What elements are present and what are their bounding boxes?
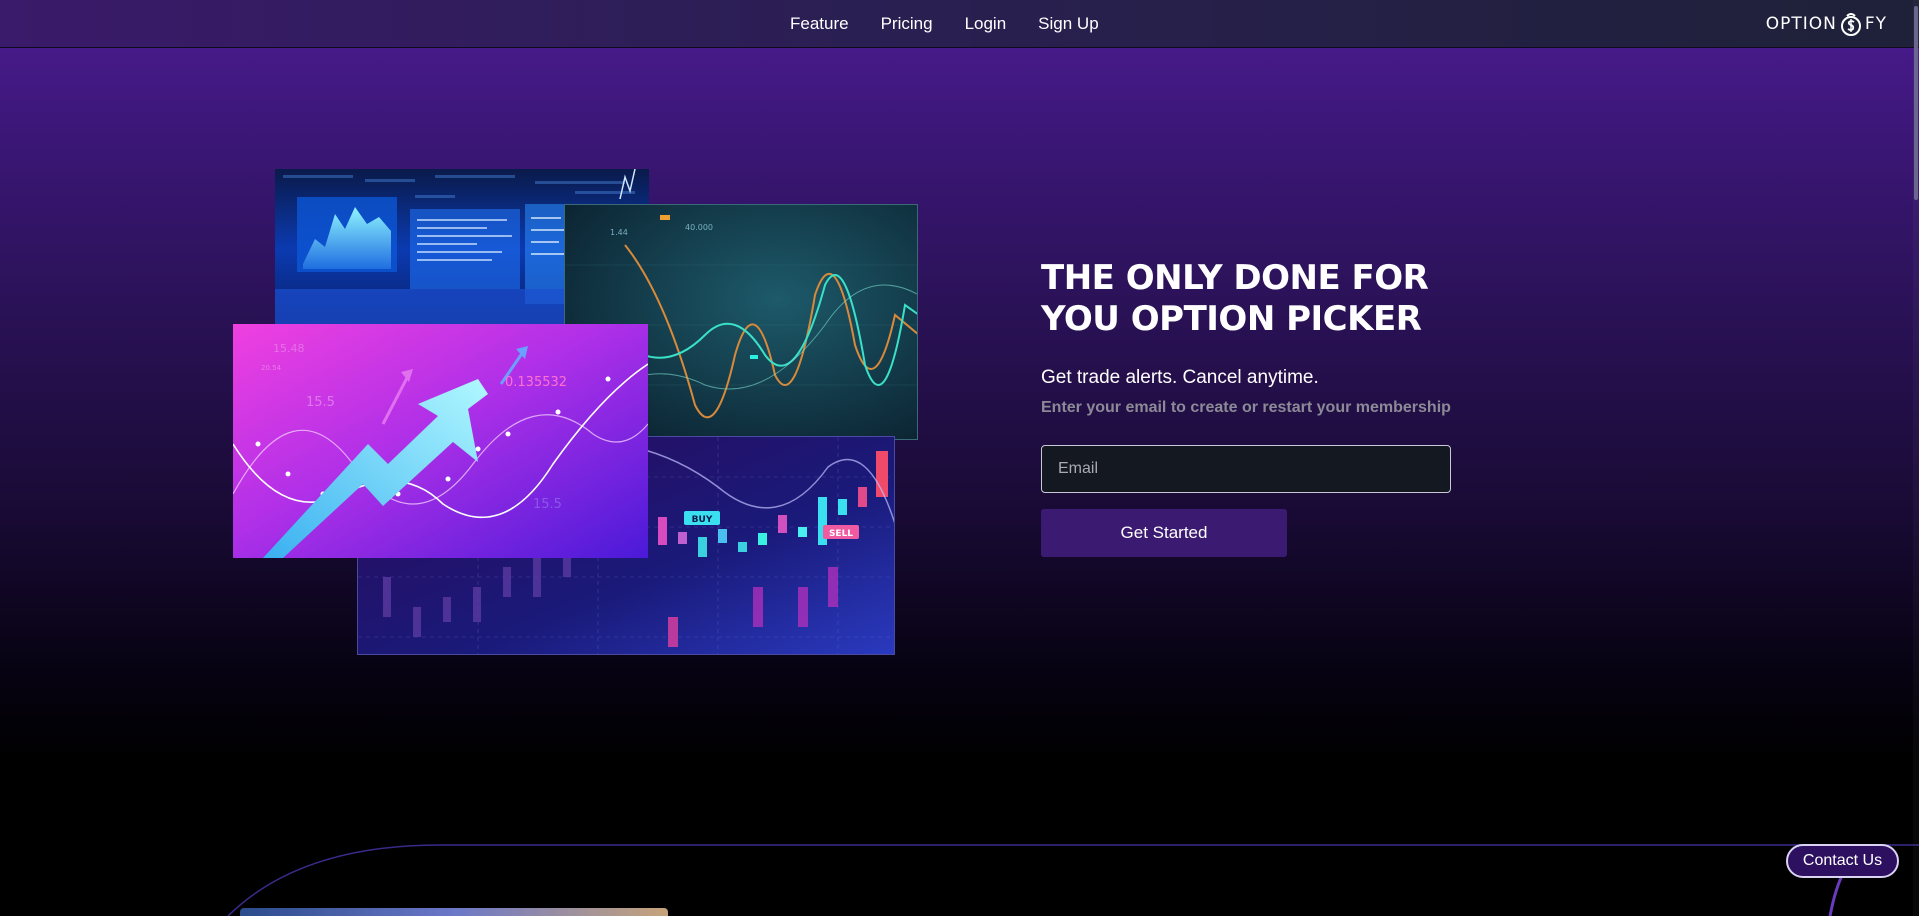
buy-label: BUY (692, 515, 713, 525)
sell-label: SELL (829, 529, 853, 539)
contact-us-button[interactable]: Contact Us (1786, 844, 1899, 878)
teal-chart-label-b: 40.000 (685, 223, 713, 232)
hero-title: THE ONLY DONE FOR YOU OPTION PICKER (1041, 258, 1501, 340)
hero-title-line1: THE ONLY DONE FOR (1041, 258, 1429, 298)
email-input[interactable] (1041, 445, 1451, 493)
page-scrollbar[interactable] (1913, 0, 1919, 916)
hero-email-hint: Enter your email to create or restart yo… (1041, 399, 1451, 416)
chart-value-c: 15.5 (533, 497, 562, 512)
growth-arrow-chart-image: 0.135532 15.5 15.48 15.5 20.54 (233, 324, 648, 558)
chart-value-b: 15.48 (273, 342, 305, 355)
feature-preview-image (240, 908, 668, 916)
chart-value-a: 15.5 (306, 395, 335, 410)
page-background: Feature Pricing Login Sign Up OPTION FY (0, 0, 1919, 916)
teal-chart-label-a: 1.44 (610, 228, 628, 237)
hero-image-collage: 1.44 40.000 BUY SELL 0.135532 15.5 15.48… (0, 0, 1919, 916)
chart-value-d: 20.54 (261, 364, 282, 372)
scrollbar-thumb[interactable] (1914, 6, 1918, 200)
hero-title-line2: YOU OPTION PICKER (1041, 299, 1422, 339)
section-divider-arc (227, 844, 1919, 916)
hero-subtitle: Get trade alerts. Cancel anytime. (1041, 367, 1319, 388)
get-started-button[interactable]: Get Started (1041, 509, 1287, 557)
chart-value-main: 0.135532 (505, 375, 567, 390)
